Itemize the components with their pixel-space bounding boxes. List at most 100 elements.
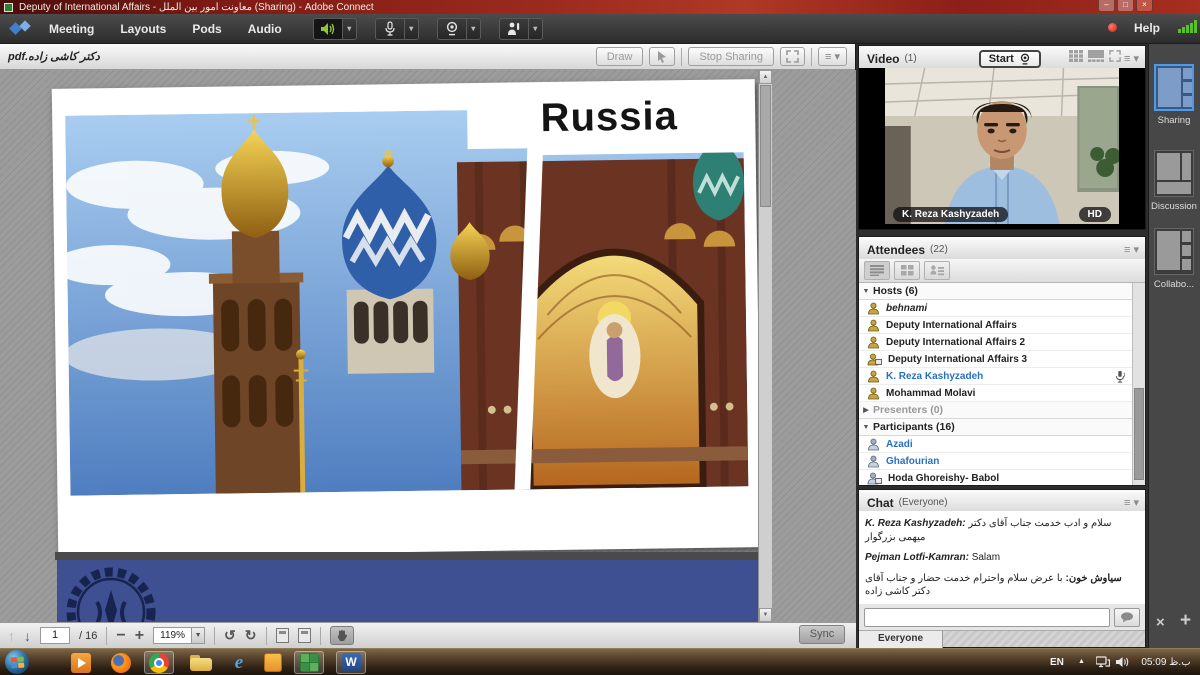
- attendee-row[interactable]: Deputy International Affairs: [859, 317, 1132, 334]
- send-message-button[interactable]: [1114, 608, 1140, 627]
- menu-meeting[interactable]: Meeting: [36, 14, 107, 44]
- attendee-row[interactable]: Hoda Ghoreishy- Babol: [859, 470, 1132, 485]
- fullscreen-button[interactable]: [780, 47, 805, 66]
- draw-button[interactable]: Draw: [596, 47, 644, 66]
- close-button[interactable]: ×: [1136, 0, 1153, 12]
- menu-layouts[interactable]: Layouts: [107, 14, 179, 44]
- rotate-right-button[interactable]: ↻: [245, 627, 257, 644]
- chat-input[interactable]: [864, 608, 1110, 627]
- scroll-up-button[interactable]: ▲: [759, 70, 772, 84]
- attendee-row[interactable]: Mohammad Molavi: [859, 385, 1132, 402]
- participant-sharing-icon: [867, 472, 882, 485]
- tray-clock[interactable]: ب.ظ 05:09: [1138, 657, 1194, 668]
- taskbar-firefox-icon[interactable]: [106, 651, 136, 674]
- scrollbar-thumb[interactable]: [760, 85, 771, 207]
- speaker-button[interactable]: [313, 18, 343, 40]
- menu-audio[interactable]: Audio: [235, 14, 295, 44]
- scroll-down-button[interactable]: ▼: [759, 608, 772, 622]
- taskbar-ie-icon[interactable]: e: [224, 651, 254, 674]
- stop-sharing-button[interactable]: Stop Sharing: [688, 47, 774, 66]
- tray-network-icon[interactable]: [1096, 656, 1110, 668]
- zoom-out-button[interactable]: −: [116, 627, 125, 645]
- layout-sharing-label[interactable]: Sharing: [1148, 115, 1200, 126]
- zoom-in-button[interactable]: +: [135, 627, 144, 645]
- taskbar-chrome-icon[interactable]: [144, 651, 174, 674]
- layout-discussion-label[interactable]: Discussion: [1148, 201, 1200, 212]
- attendee-status-view-button[interactable]: [924, 261, 950, 280]
- raise-hand-button[interactable]: [499, 18, 529, 40]
- chat-pod-menu-button[interactable]: ≡ ▾: [1124, 496, 1139, 509]
- attendees-scrollbar[interactable]: [1132, 283, 1145, 485]
- collapse-triangle-icon: ▼: [859, 424, 873, 431]
- chat-message: Pejman Lotfi-Kamran: Salam: [865, 551, 1139, 565]
- minimize-button[interactable]: –: [1098, 0, 1115, 12]
- webcam-button[interactable]: [437, 18, 467, 40]
- taskbar-explorer-icon[interactable]: [186, 651, 216, 674]
- attendee-row[interactable]: Deputy International Affairs 2: [859, 334, 1132, 351]
- zoom-level-value: 119%: [154, 630, 191, 641]
- filmstrip-view-icon[interactable]: [1088, 50, 1104, 62]
- menu-pods[interactable]: Pods: [179, 14, 234, 44]
- fit-page-icon[interactable]: [298, 628, 311, 643]
- page-total-label: / 16: [79, 630, 97, 642]
- fit-width-icon[interactable]: [276, 628, 289, 643]
- layout-discussion-thumbnail[interactable]: [1154, 150, 1194, 197]
- prev-page-button[interactable]: ↑: [8, 628, 15, 644]
- taskbar-notes-app-icon[interactable]: [258, 651, 288, 674]
- chat-messages: K. Reza Kashyzadeh: سلام و ادب خدمت جناب…: [859, 511, 1145, 604]
- share-content-area: Russia ▲ ▼: [0, 70, 856, 622]
- video-pod-menu-button[interactable]: ≡ ▾: [1124, 52, 1139, 65]
- participants-section-row[interactable]: ▼ Participants (16): [859, 419, 1132, 436]
- zoom-dropdown-caret[interactable]: ▼: [191, 628, 204, 643]
- hosts-section-row[interactable]: ▼ Hosts (6): [859, 283, 1132, 300]
- attendee-row[interactable]: Deputy International Affairs 3: [859, 351, 1132, 368]
- attendee-row-selected[interactable]: K. Reza Kashyzadeh: [859, 368, 1132, 385]
- host-icon: [867, 302, 880, 315]
- layout-collaboration-label[interactable]: Collabo...: [1148, 279, 1200, 290]
- pointer-button[interactable]: [649, 47, 675, 66]
- slide-title: Russia: [540, 94, 678, 141]
- zoom-level-select[interactable]: 119% ▼: [153, 627, 205, 644]
- tray-volume-icon[interactable]: [1116, 656, 1129, 668]
- taskbar-word-icon[interactable]: W: [336, 651, 366, 674]
- page-number-input[interactable]: 1: [40, 627, 70, 644]
- mic-dropdown[interactable]: ▾: [405, 18, 419, 40]
- tray-language-indicator[interactable]: EN: [1050, 657, 1064, 668]
- add-layout-icon[interactable]: +: [1180, 610, 1191, 632]
- start-webcam-button[interactable]: Start: [979, 50, 1041, 68]
- attendee-row[interactable]: behnami: [859, 300, 1132, 317]
- presenters-section-row[interactable]: ▶ Presenters (0): [859, 402, 1132, 419]
- maximize-button[interactable]: □: [1117, 0, 1134, 12]
- layout-sidebar: ≡ ×: [1148, 44, 1200, 648]
- share-pod-menu-button[interactable]: ≡ ▾: [818, 47, 847, 66]
- tab-everyone[interactable]: Everyone: [859, 631, 943, 648]
- attendee-grid-view-button[interactable]: [894, 261, 920, 280]
- speaker-dropdown[interactable]: ▾: [343, 18, 357, 40]
- tray-show-hidden-icon[interactable]: ▲: [1078, 658, 1085, 665]
- attendees-pod-title: Attendees: [867, 243, 925, 257]
- video-fullscreen-icon[interactable]: [1109, 50, 1121, 62]
- remove-layout-icon[interactable]: ×: [1156, 614, 1165, 631]
- attendee-row[interactable]: Azadi: [859, 436, 1132, 453]
- webcam-dropdown[interactable]: ▾: [467, 18, 481, 40]
- host-sharing-icon: [867, 353, 882, 366]
- document-scrollbar[interactable]: ▲ ▼: [758, 70, 772, 622]
- layout-sharing-thumbnail[interactable]: [1154, 64, 1194, 111]
- attendee-list-view-button[interactable]: [864, 261, 890, 280]
- taskbar-adobe-connect-icon[interactable]: [294, 651, 324, 674]
- layout-collaboration-thumbnail[interactable]: [1154, 228, 1194, 275]
- start-button[interactable]: [5, 650, 29, 674]
- status-dropdown[interactable]: ▾: [529, 18, 543, 40]
- sync-button[interactable]: Sync: [799, 625, 845, 644]
- attendees-pod-menu-button[interactable]: ≡ ▾: [1124, 243, 1139, 256]
- grid-view-icon[interactable]: [1069, 50, 1083, 62]
- taskbar-media-player-icon[interactable]: [66, 651, 96, 674]
- mic-button[interactable]: [375, 18, 405, 40]
- rotate-left-button[interactable]: ↺: [224, 627, 236, 644]
- attendees-scrollbar-thumb[interactable]: [1134, 388, 1144, 480]
- pan-tool-button[interactable]: [330, 626, 354, 645]
- attendee-row[interactable]: Ghafourian: [859, 453, 1132, 470]
- attendee-name: Ghafourian: [886, 456, 939, 467]
- next-page-button[interactable]: ↓: [24, 628, 31, 644]
- menu-help[interactable]: Help: [1134, 21, 1160, 35]
